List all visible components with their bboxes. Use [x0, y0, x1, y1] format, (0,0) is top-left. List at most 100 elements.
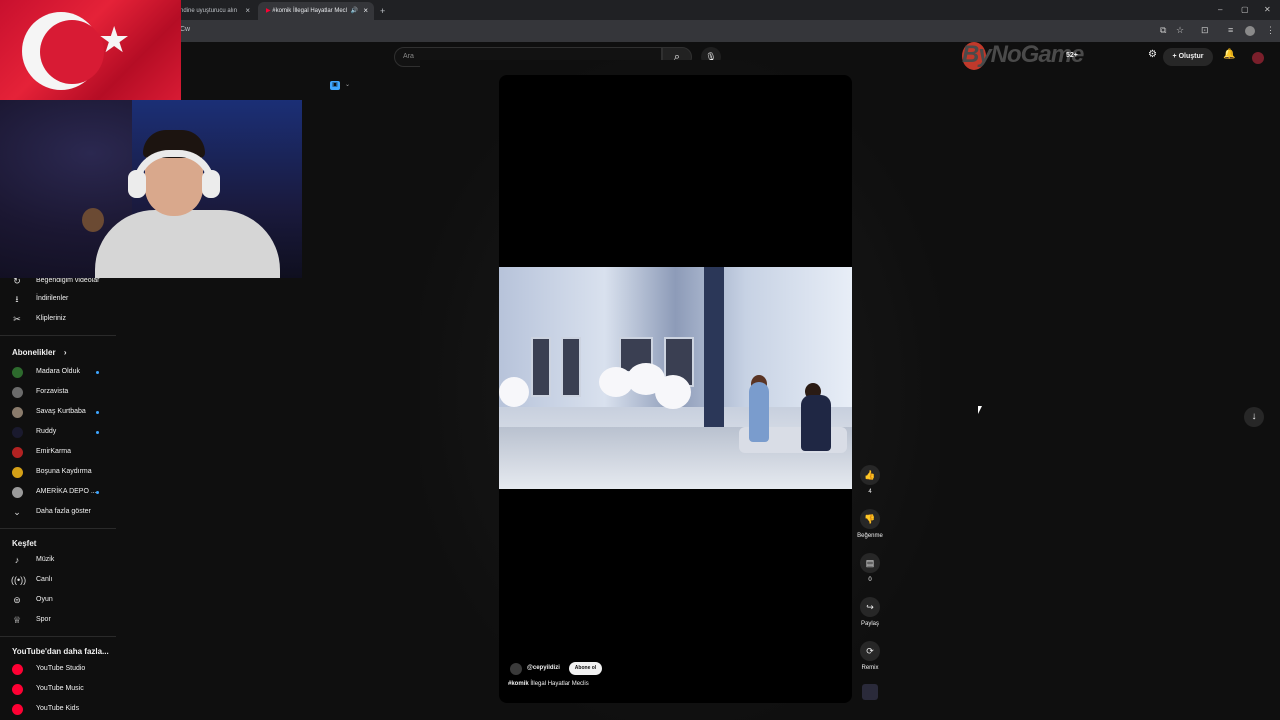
tab-close-icon[interactable]: ×	[245, 2, 250, 20]
subscriptions-heading[interactable]: Abonelikler ›	[12, 348, 66, 357]
youtube-studio-icon	[12, 664, 23, 675]
like-count: 4	[868, 489, 872, 495]
new-content-dot	[96, 411, 99, 414]
turkish-flag-overlay: ★	[0, 0, 181, 100]
cast-tab-icon[interactable]: ⧉	[1160, 25, 1166, 36]
extensions-icon[interactable]: ⊡	[1201, 25, 1209, 36]
close-window-icon[interactable]: ✕	[1264, 0, 1271, 20]
youtube-kids-icon	[12, 704, 23, 715]
explore-heading: Keşfet	[12, 539, 37, 548]
bookmark-star-icon[interactable]: ☆	[1176, 25, 1184, 36]
avatar	[12, 487, 23, 498]
short-title[interactable]: #komik İllegal Hayatlar Meclis	[508, 681, 589, 687]
scissors-icon: ✂	[13, 314, 21, 324]
maximize-icon[interactable]: ▢	[1241, 0, 1249, 20]
youtube-favicon-icon: ▶	[266, 8, 271, 14]
trophy-icon: ♕	[12, 615, 22, 625]
show-more-button[interactable]: ⌄ Daha fazla göster	[0, 503, 116, 521]
remix-button[interactable]: ⟳ Remix	[860, 641, 880, 671]
chevron-down-icon[interactable]: ⌄	[345, 81, 350, 88]
sidebar-item-youtube-kids[interactable]: YouTube Kids	[0, 700, 116, 718]
sidebar-item-label: Savaş Kurtbaba	[36, 408, 86, 415]
sidebar-item-label: YouTube Studio	[36, 665, 86, 672]
sidebar: ↻ Beğendiğim videolar ⭳ İndirilenler ✂ K…	[0, 276, 116, 720]
sidebar-item-downloads[interactable]: ⭳ İndirilenler	[0, 290, 116, 308]
profile-avatar[interactable]	[1245, 26, 1255, 36]
new-content-dot	[96, 491, 99, 494]
tab-close-icon[interactable]: ×	[363, 2, 368, 20]
media-icon[interactable]: ≡	[1228, 25, 1233, 35]
sidebar-item-subscription[interactable]: Forzavista	[0, 383, 116, 401]
subscribe-button[interactable]: Abone ol	[569, 662, 602, 675]
sidebar-item-subscription[interactable]: AMERİKA DEPO ...	[0, 483, 116, 501]
sidebar-item-label: Oyun	[36, 596, 53, 603]
channel-name[interactable]: @cepyildizi	[527, 665, 560, 671]
browser-menu-icon[interactable]: ⋮	[1266, 25, 1275, 36]
chevron-right-icon: ›	[63, 348, 67, 357]
sidebar-item-label: EmirKarma	[36, 448, 72, 455]
next-short-button[interactable]: ↓	[1244, 407, 1264, 427]
star-icon: ★	[98, 19, 131, 60]
sidebar-item-subscription[interactable]: Boşuna Kaydırma	[0, 463, 116, 481]
sidebar-item-subscription[interactable]: Ruddy	[0, 423, 116, 441]
browser-tab[interactable]: ndine uyuşturucu alın ×	[172, 2, 256, 20]
account-avatar[interactable]	[1252, 52, 1264, 64]
sidebar-item-clips[interactable]: ✂ Klipleriniz	[0, 310, 116, 328]
sidebar-item-gaming[interactable]: ⊜ Oyun	[0, 591, 116, 609]
settings-gear-icon[interactable]: ⚙	[1148, 49, 1157, 60]
remix-label: Remix	[861, 665, 879, 671]
bell-icon[interactable]: 🔔	[1223, 49, 1235, 60]
sidebar-item-label: Klipleriniz	[36, 315, 66, 322]
video-frame	[499, 267, 852, 489]
address-bar[interactable]: Cw ⧉ ☆ ⊡ ≡ ⋮	[0, 20, 1280, 42]
sidebar-item-label: Ruddy	[36, 428, 57, 435]
sidebar-item-subscription[interactable]: EmirKarma	[0, 443, 116, 461]
sidebar-item-label: İndirilenler	[36, 295, 69, 302]
sidebar-item-label: Spor	[36, 616, 51, 623]
chevron-down-icon: ⌄	[13, 507, 21, 517]
sidebar-item-youtube-studio[interactable]: YouTube Studio	[0, 660, 116, 678]
sidebar-divider	[0, 636, 116, 637]
comments-button[interactable]: ▤ 0	[860, 553, 880, 583]
channel-avatar[interactable]	[510, 663, 522, 675]
speaker-icon[interactable]: 🔊	[351, 2, 358, 20]
sidebar-item-live[interactable]: ((•)) Canlı	[0, 571, 116, 589]
share-button[interactable]: ↪ Paylaş	[860, 597, 880, 627]
live-icon: ((•))	[11, 575, 27, 585]
thumbs-down-icon: 👎	[860, 509, 880, 529]
sidebar-item-youtube-music[interactable]: YouTube Music	[0, 680, 116, 698]
sidebar-item-subscription[interactable]: Savaş Kurtbaba	[0, 403, 116, 421]
sidebar-item-music[interactable]: ♪ Müzik	[0, 551, 116, 569]
avatar	[12, 367, 23, 378]
sidebar-divider	[0, 528, 116, 529]
avatar	[12, 467, 23, 478]
sidebar-item-label: AMERİKA DEPO ...	[36, 488, 97, 495]
sound-thumbnail[interactable]	[862, 684, 878, 700]
like-button[interactable]: 👍 4	[860, 465, 880, 495]
cast-icon[interactable]: ▣	[330, 81, 340, 90]
sidebar-item-label: Daha fazla göster	[36, 508, 91, 515]
share-arrow-icon: ↪	[860, 597, 880, 617]
sidebar-item-subscription[interactable]: Madara Olduk	[0, 363, 116, 381]
create-button[interactable]: + Oluştur	[1163, 48, 1213, 66]
shorts-player[interactable]	[499, 75, 852, 703]
download-icon: ⭳	[15, 294, 19, 304]
new-tab-button[interactable]: +	[378, 2, 392, 20]
sidebar-item-label: Canlı	[36, 576, 53, 583]
sidebar-item-label: YouTube Music	[36, 685, 84, 692]
sidebar-item-sports[interactable]: ♕ Spor	[0, 611, 116, 629]
hashtag-link[interactable]: #komik	[508, 681, 529, 687]
dislike-button[interactable]: 👎 Beğenme	[857, 509, 883, 539]
arrow-down-icon: ↓	[1251, 411, 1257, 422]
sidebar-item-label: YouTube Kids	[36, 705, 80, 712]
minimize-icon[interactable]: –	[1218, 0, 1222, 20]
music-note-icon: ♪	[14, 555, 20, 565]
remix-icon: ⟳	[860, 641, 880, 661]
avatar	[12, 387, 23, 398]
share-label: Paylaş	[860, 621, 879, 627]
avatar	[12, 427, 23, 438]
comment-count: 0	[868, 577, 872, 583]
sidebar-divider	[0, 335, 116, 336]
avatar	[12, 447, 23, 458]
browser-tab-active[interactable]: ▶ #komik İllegal Hayatlar Mecl 🔊 ×	[258, 2, 374, 20]
